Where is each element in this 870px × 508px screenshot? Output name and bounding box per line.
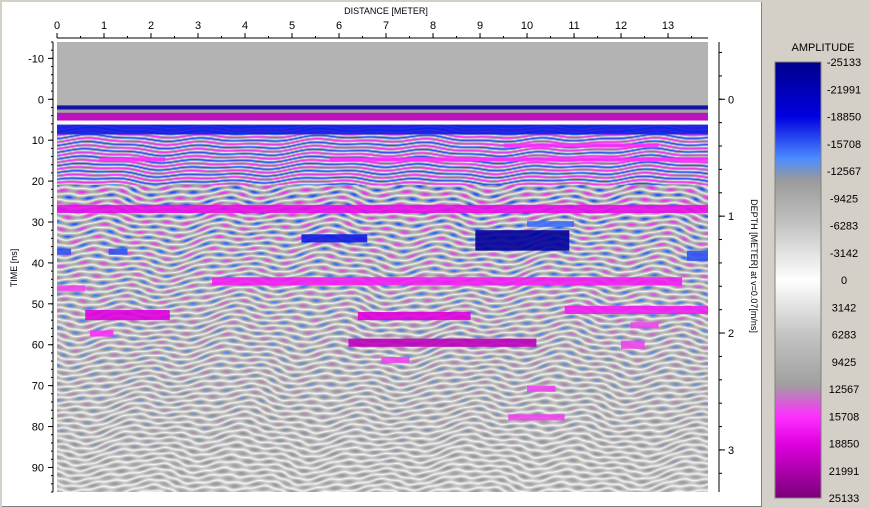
y-tick-label: 10 xyxy=(32,135,44,147)
reflector-band xyxy=(57,124,708,135)
reflector-band xyxy=(57,109,708,113)
reflector-band xyxy=(301,234,368,243)
reflector-band xyxy=(357,312,471,321)
x-tick-label: 7 xyxy=(383,20,389,32)
reflector-band xyxy=(99,157,166,162)
legend-value: 15708 xyxy=(829,411,860,423)
reflector-band xyxy=(57,105,708,110)
x-tick-label: 13 xyxy=(662,20,674,32)
legend-title: AMPLITUDE xyxy=(792,42,855,54)
radargram-chart: 0 1 2 3 4 5 6 7 8 9 10 11 12 13-100102030405060708090… xyxy=(9,6,759,493)
y-tick-label: 70 xyxy=(32,381,44,393)
reflector-band xyxy=(89,330,114,337)
y-tick-label: 80 xyxy=(32,422,44,434)
reflector-band xyxy=(503,143,659,148)
reflector-band xyxy=(686,250,708,261)
legend-value: 0 xyxy=(841,275,847,287)
y-tick-label: 0 xyxy=(38,94,44,106)
reflector-band xyxy=(630,322,659,329)
y-tick-label: -10 xyxy=(28,53,44,65)
x-tick-label: 10 xyxy=(521,20,533,32)
y-tick-label: 50 xyxy=(32,299,44,311)
legend-value: -15708 xyxy=(827,139,861,151)
legend-value: -18850 xyxy=(827,112,861,124)
reflector-band xyxy=(57,120,708,125)
reflector-band xyxy=(329,157,708,162)
reflector-band xyxy=(57,285,86,292)
reflector-band xyxy=(57,42,708,106)
reflector-band xyxy=(381,357,410,364)
depth-axis-title: DEPTH [METER] at v=0.07[m/ns] xyxy=(749,199,759,333)
y-tick-label: 90 xyxy=(32,462,44,474)
x-tick-label: 3 xyxy=(195,20,201,32)
legend-value: 18850 xyxy=(829,439,860,451)
reflector-band xyxy=(57,112,708,121)
x-tick-label: 2 xyxy=(148,20,154,32)
legend-value: -6283 xyxy=(830,221,858,233)
y-tick-label: 20 xyxy=(32,176,44,188)
reflector-band xyxy=(527,385,556,392)
depth-tick-label: 2 xyxy=(728,328,734,340)
x-tick-label: 0 xyxy=(54,20,60,32)
x-tick-label: 5 xyxy=(289,20,295,32)
x-tick-label: 11 xyxy=(568,20,579,32)
x-tick-label: 1 xyxy=(101,20,107,32)
x-tick-label: 6 xyxy=(336,20,342,32)
legend-value: 6283 xyxy=(832,330,856,342)
legend-value: -12567 xyxy=(827,166,861,178)
reflector-band xyxy=(85,309,170,321)
reflector-band xyxy=(108,248,128,255)
y-tick-label: 30 xyxy=(32,217,44,229)
legend-value: 25133 xyxy=(829,493,860,505)
reflector-band xyxy=(527,221,575,227)
reflector-band xyxy=(57,204,708,213)
reflector-band xyxy=(57,248,72,255)
legend-value: 9425 xyxy=(832,357,856,369)
color-scale-bar xyxy=(774,61,822,499)
depth-tick-label: 3 xyxy=(728,445,734,457)
legend-value: 3142 xyxy=(832,302,856,314)
legend-value: -9425 xyxy=(830,193,858,205)
reflector-band xyxy=(564,305,708,315)
legend-value: -21991 xyxy=(827,84,861,96)
legend-value: 21991 xyxy=(829,466,860,478)
reflector-band xyxy=(348,338,537,347)
y-axis-title: TIME [ns] xyxy=(9,249,19,288)
legend-value: 12567 xyxy=(829,384,860,396)
reflector-band xyxy=(212,277,683,286)
legend-value: -3142 xyxy=(830,248,858,260)
reflector-band xyxy=(475,230,570,251)
x-tick-label: 9 xyxy=(477,20,483,32)
x-tick-label: 4 xyxy=(242,20,248,32)
reflector-band xyxy=(508,414,565,421)
y-tick-label: 60 xyxy=(32,340,44,352)
depth-tick-label: 0 xyxy=(728,94,734,106)
x-axis-title: DISTANCE [METER] xyxy=(344,6,428,16)
x-tick-label: 8 xyxy=(430,20,436,32)
reflector-band xyxy=(621,340,645,349)
legend-value: -25133 xyxy=(827,57,861,69)
x-tick-label: 12 xyxy=(615,20,627,32)
depth-tick-label: 1 xyxy=(728,211,734,223)
y-tick-label: 40 xyxy=(32,258,44,270)
legend-labels: -25133 -21991 -18850 -15708 -12567 -9425 -6283… xyxy=(827,57,861,505)
amplitude-legend: AMPLITUDE -25133 -21991 -18850 -15708 -12567… xyxy=(762,0,870,508)
